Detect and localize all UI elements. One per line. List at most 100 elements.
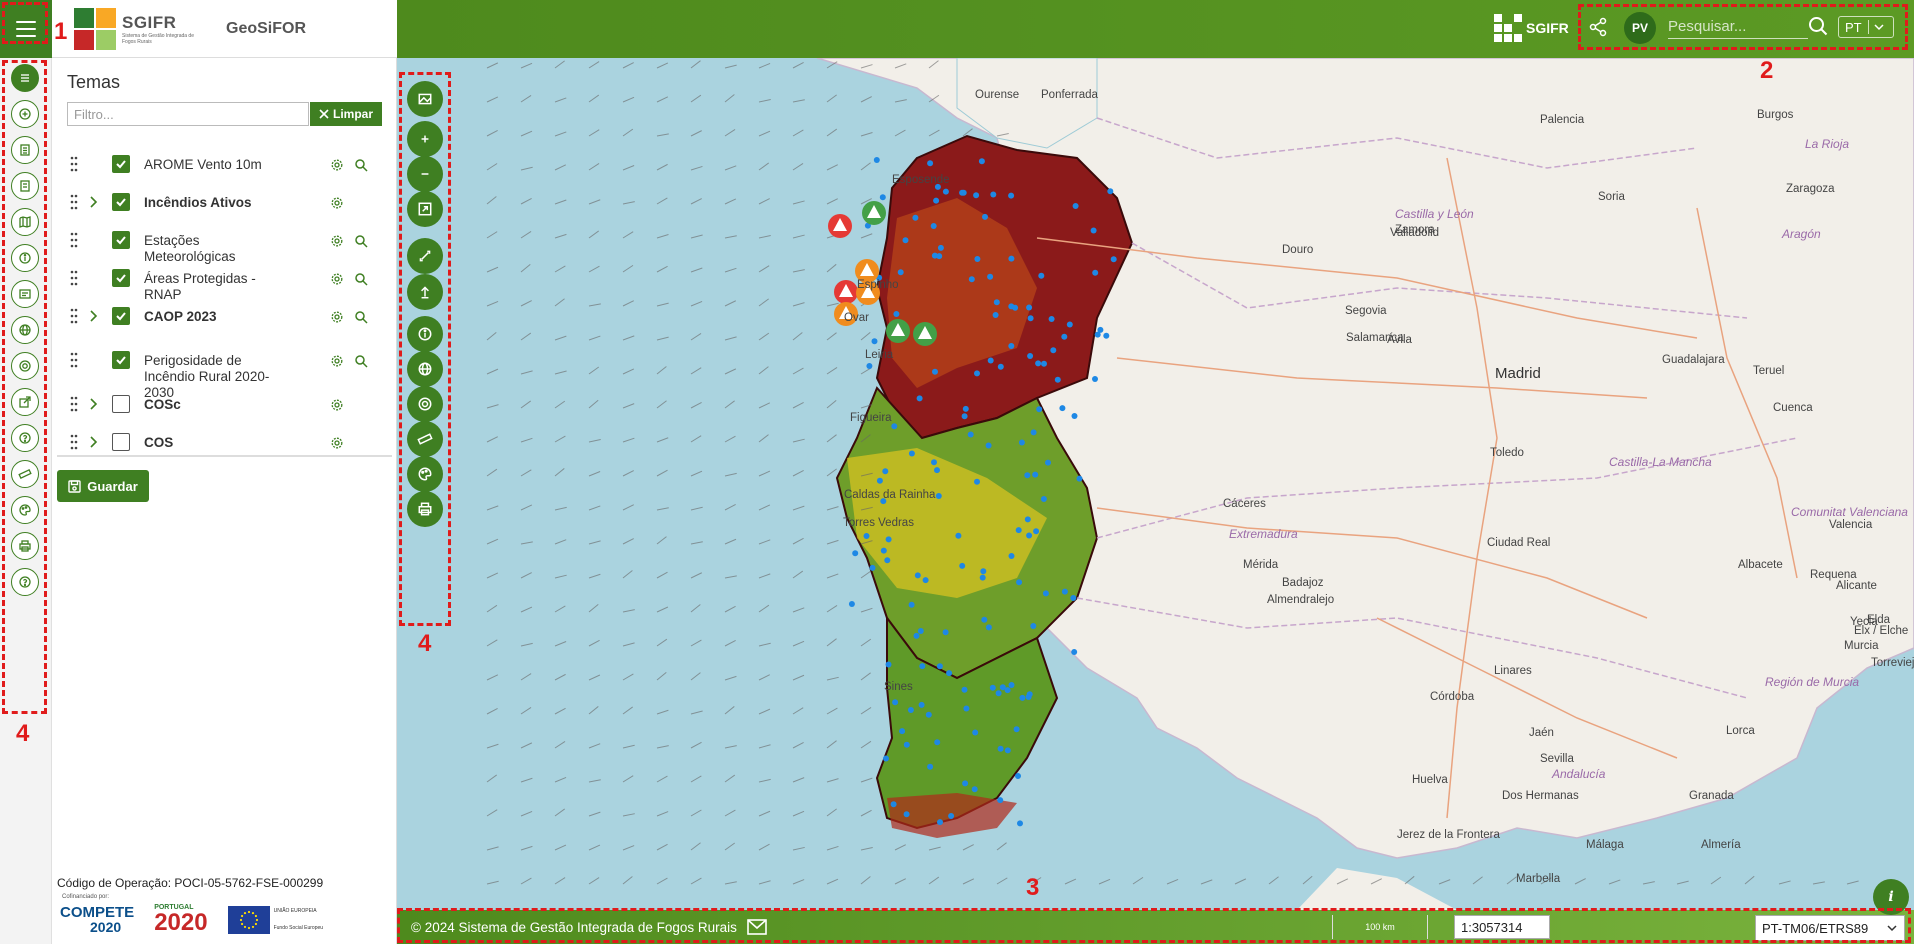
weather-station-dot[interactable] [893, 311, 900, 317]
weather-station-dot[interactable] [913, 632, 920, 639]
map-fullscreen-button[interactable] [407, 238, 443, 274]
drag-handle-icon[interactable] [70, 232, 78, 248]
layer-row[interactable]: Incêndios Ativos [52, 188, 392, 218]
weather-station-dot[interactable] [942, 188, 949, 195]
drag-handle-icon[interactable] [70, 308, 78, 324]
scale-input[interactable] [1454, 915, 1550, 939]
weather-station-dot[interactable] [1026, 532, 1033, 539]
weather-station-dot[interactable] [883, 755, 889, 762]
weather-station-dot[interactable] [897, 269, 904, 276]
gear-icon[interactable] [330, 310, 344, 324]
weather-station-dot[interactable] [992, 312, 999, 318]
weather-station-dot[interactable] [967, 431, 974, 438]
weather-station-dot[interactable] [1090, 227, 1097, 234]
weather-station-dot[interactable] [997, 797, 1004, 804]
layer-row[interactable]: Áreas Protegidas - RNAP [52, 264, 392, 302]
user-avatar[interactable]: PV [1624, 12, 1656, 44]
weather-station-dot[interactable] [974, 478, 980, 485]
drag-handle-icon[interactable] [70, 434, 78, 450]
weather-station-dot[interactable] [963, 705, 970, 712]
sidebar-target-button[interactable] [11, 352, 39, 380]
weather-station-dot[interactable] [1094, 331, 1101, 338]
chevron-right-icon[interactable] [88, 435, 98, 449]
weather-station-dot[interactable] [1059, 405, 1066, 412]
weather-station-dot[interactable] [903, 741, 910, 748]
weather-station-dot[interactable] [1008, 192, 1015, 199]
weather-station-dot[interactable] [927, 160, 934, 167]
weather-station-dot[interactable] [1008, 553, 1015, 559]
weather-station-dot[interactable] [903, 811, 910, 818]
weather-station-dot[interactable] [866, 363, 873, 369]
weather-station-dot[interactable] [962, 780, 969, 787]
weather-station-dot[interactable] [981, 616, 988, 623]
weather-station-dot[interactable] [852, 550, 859, 557]
weather-station-dot[interactable] [978, 158, 985, 165]
chevron-right-icon[interactable] [88, 309, 98, 323]
weather-station-dot[interactable] [1048, 316, 1055, 322]
weather-station-dot[interactable] [959, 189, 966, 196]
layer-row[interactable]: AROME Vento 10m [52, 150, 392, 180]
layer-checkbox[interactable] [112, 351, 130, 369]
gear-icon[interactable] [330, 272, 344, 286]
weather-station-dot[interactable] [1092, 269, 1099, 276]
weather-station-dot[interactable] [1019, 694, 1026, 701]
weather-station-dot[interactable] [880, 547, 887, 554]
weather-station-dot[interactable] [1054, 376, 1061, 383]
weather-station-dot[interactable] [882, 468, 889, 475]
weather-station-dot[interactable] [914, 572, 921, 579]
layer-row[interactable]: Perigosidade de Incêndio Rural 2020-2030 [52, 346, 392, 400]
weather-station-dot[interactable] [937, 244, 944, 251]
menu-toggle-button[interactable] [0, 0, 52, 58]
weather-station-dot[interactable] [1040, 496, 1047, 502]
weather-station-dot[interactable] [892, 699, 899, 706]
sidebar-globe-button[interactable] [11, 316, 39, 344]
weather-station-dot[interactable] [1076, 475, 1083, 482]
sidebar-legend-button[interactable] [11, 136, 39, 164]
layer-row[interactable]: Estações Meteorológicas [52, 226, 392, 264]
weather-station-dot[interactable] [927, 763, 934, 770]
weather-station-dot[interactable] [973, 192, 980, 199]
weather-station-dot[interactable] [1071, 649, 1078, 655]
weather-station-dot[interactable] [982, 213, 988, 220]
layer-checkbox[interactable] [112, 193, 130, 211]
weather-station-dot[interactable] [1026, 304, 1033, 311]
weather-station-dot[interactable] [1042, 590, 1049, 597]
weather-station-dot[interactable] [1015, 773, 1021, 779]
weather-station-dot[interactable] [968, 276, 975, 283]
weather-station-dot[interactable] [934, 739, 941, 746]
map-target-button[interactable] [407, 386, 443, 422]
weather-station-dot[interactable] [1050, 347, 1057, 354]
fire-marker-red[interactable] [834, 280, 858, 304]
language-select[interactable]: PT [1838, 16, 1894, 38]
zoom-to-layer-icon[interactable] [354, 310, 368, 324]
weather-station-dot[interactable] [912, 214, 919, 221]
weather-station-dot[interactable] [1012, 304, 1019, 311]
share-icon[interactable] [1588, 17, 1608, 37]
sidebar-add-layer-button[interactable] [11, 100, 39, 128]
map-basemap-button[interactable] [407, 81, 443, 117]
map-upload-button[interactable] [407, 274, 443, 310]
gear-icon[interactable] [330, 436, 344, 450]
weather-station-dot[interactable] [979, 574, 986, 581]
weather-station-dot[interactable] [995, 690, 1002, 697]
weather-station-dot[interactable] [1107, 188, 1114, 195]
weather-station-dot[interactable] [1045, 459, 1051, 466]
sidebar-question-button[interactable] [11, 568, 39, 596]
weather-station-dot[interactable] [1041, 360, 1047, 367]
weather-station-dot[interactable] [1008, 682, 1015, 688]
weather-station-dot[interactable] [919, 663, 926, 670]
weather-station-dot[interactable] [908, 450, 915, 457]
map-zoom-out-button[interactable] [407, 156, 443, 192]
zoom-to-layer-icon[interactable] [354, 354, 368, 368]
weather-station-dot[interactable] [1004, 747, 1011, 754]
weather-station-dot[interactable] [1008, 255, 1015, 262]
weather-station-dot[interactable] [972, 729, 979, 736]
weather-station-dot[interactable] [959, 562, 966, 569]
weather-station-dot[interactable] [1027, 353, 1034, 359]
weather-station-dot[interactable] [885, 661, 892, 668]
weather-station-dot[interactable] [1027, 315, 1034, 322]
layer-checkbox[interactable] [112, 269, 130, 287]
weather-station-dot[interactable] [1092, 376, 1098, 382]
mail-icon[interactable] [747, 919, 767, 935]
weather-station-dot[interactable] [908, 601, 915, 608]
